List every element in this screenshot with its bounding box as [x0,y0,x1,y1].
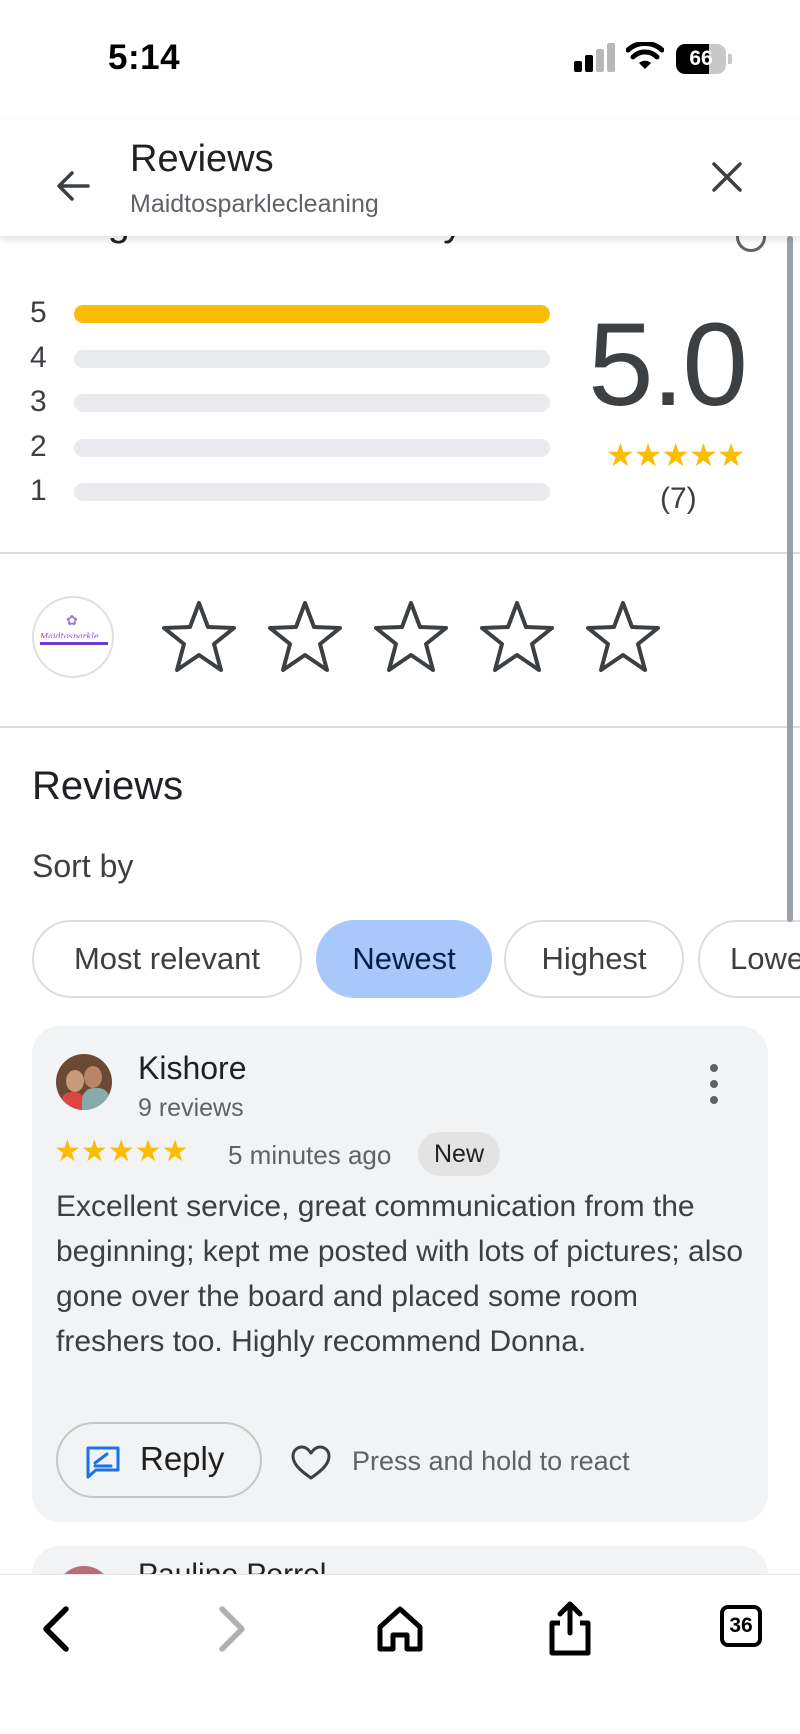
rate-star-1-icon[interactable] [160,598,238,676]
rate-star-5-icon[interactable] [584,598,662,676]
business-logo-avatar: ✿ Maidtosparkle [32,596,114,678]
reviewer-avatar[interactable] [56,1566,112,1574]
rating-bar-fill [74,305,550,323]
rating-bar-track [74,394,550,412]
back-arrow-icon[interactable] [46,158,102,214]
browser-forward-icon[interactable] [200,1599,260,1659]
page-title: Reviews [130,138,274,180]
battery-icon: 66 [676,44,732,74]
more-options-icon[interactable] [704,1064,724,1104]
sort-chip-lowest[interactable]: Lowest [698,920,800,998]
review-stars: ★★★★★ [54,1135,189,1168]
react-hint: Press and hold to react [352,1446,630,1476]
average-rating: 5.0 [588,299,748,431]
reviewer-name[interactable]: Kishore [138,1050,247,1087]
battery-level-text: 66 [689,47,713,70]
sort-chip-highest[interactable]: Highest [504,920,684,998]
rating-bar-track [74,305,550,323]
rate-star-4-icon[interactable] [478,598,556,676]
new-badge: New [418,1132,501,1176]
reviewer-avatar[interactable] [56,1054,112,1110]
rating-bar-row: 3 [30,385,550,421]
review-card: Pauline Perrel [32,1546,768,1574]
reviews-header: Reviews Maidtosparklecleaning [0,120,800,236]
reply-button[interactable]: Reply [56,1422,262,1498]
review-count: (7) [660,482,697,515]
reviews-heading: Reviews [32,764,184,808]
rating-bar-row: 4 [30,341,550,377]
browser-toolbar: 36 [0,1574,800,1734]
tabs-button[interactable]: 36 [712,1599,772,1659]
rating-bar-label: 2 [30,429,47,463]
reply-label: Reply [140,1440,225,1477]
browser-back-icon[interactable] [28,1599,88,1659]
rating-bar-row: 1 [30,474,550,510]
review-card: Kishore 9 reviews ★★★★★ 5 minutes ago Ne… [32,1026,768,1522]
reviews-panel: Google review summary 5 4 3 2 1 5.0 ★★★★★ (7… [0,236,800,1574]
status-time: 5:14 [108,38,181,77]
reviewer-name[interactable]: Pauline Perrel [138,1558,326,1574]
reply-icon [86,1446,120,1479]
rating-bar-row: 5 [30,296,550,332]
review-time: 5 minutes ago [228,1140,392,1170]
rating-bar-label: 5 [30,296,47,329]
review-text: Excellent service, great communication f… [56,1190,744,1358]
rating-bar-row: 2 [30,430,550,466]
average-rating-stars: ★★★★★ [606,437,745,473]
heart-react-icon[interactable] [290,1444,332,1482]
rate-star-2-icon[interactable] [266,598,344,676]
rating-bar-track [74,349,550,368]
rating-bar-track [74,438,550,457]
home-icon[interactable] [370,1599,430,1659]
review-summary-title: Google review summary [32,236,463,245]
rating-bar-label: 4 [30,340,47,374]
divider [0,726,800,728]
divider [0,552,800,554]
wifi-icon [626,42,664,69]
cellular-signal-icon [574,43,616,72]
tabs-count: 36 [720,1605,762,1647]
info-icon[interactable] [736,236,766,252]
scrollbar[interactable] [787,236,793,922]
rating-bar-label: 3 [30,385,47,418]
share-icon[interactable] [540,1599,600,1659]
business-name: Maidtosparklecleaning [130,190,379,218]
rating-bar-track [74,483,550,501]
sort-by-label: Sort by [32,848,134,884]
close-icon[interactable] [700,150,754,204]
reviewer-review-count: 9 reviews [138,1094,244,1122]
status-bar: 5:14 66 [0,0,800,120]
sort-chip-newest[interactable]: Newest [316,920,492,998]
rating-bar-label: 1 [30,474,47,507]
rate-star-3-icon[interactable] [372,598,450,676]
sort-chip-most-relevant[interactable]: Most relevant [32,920,302,998]
